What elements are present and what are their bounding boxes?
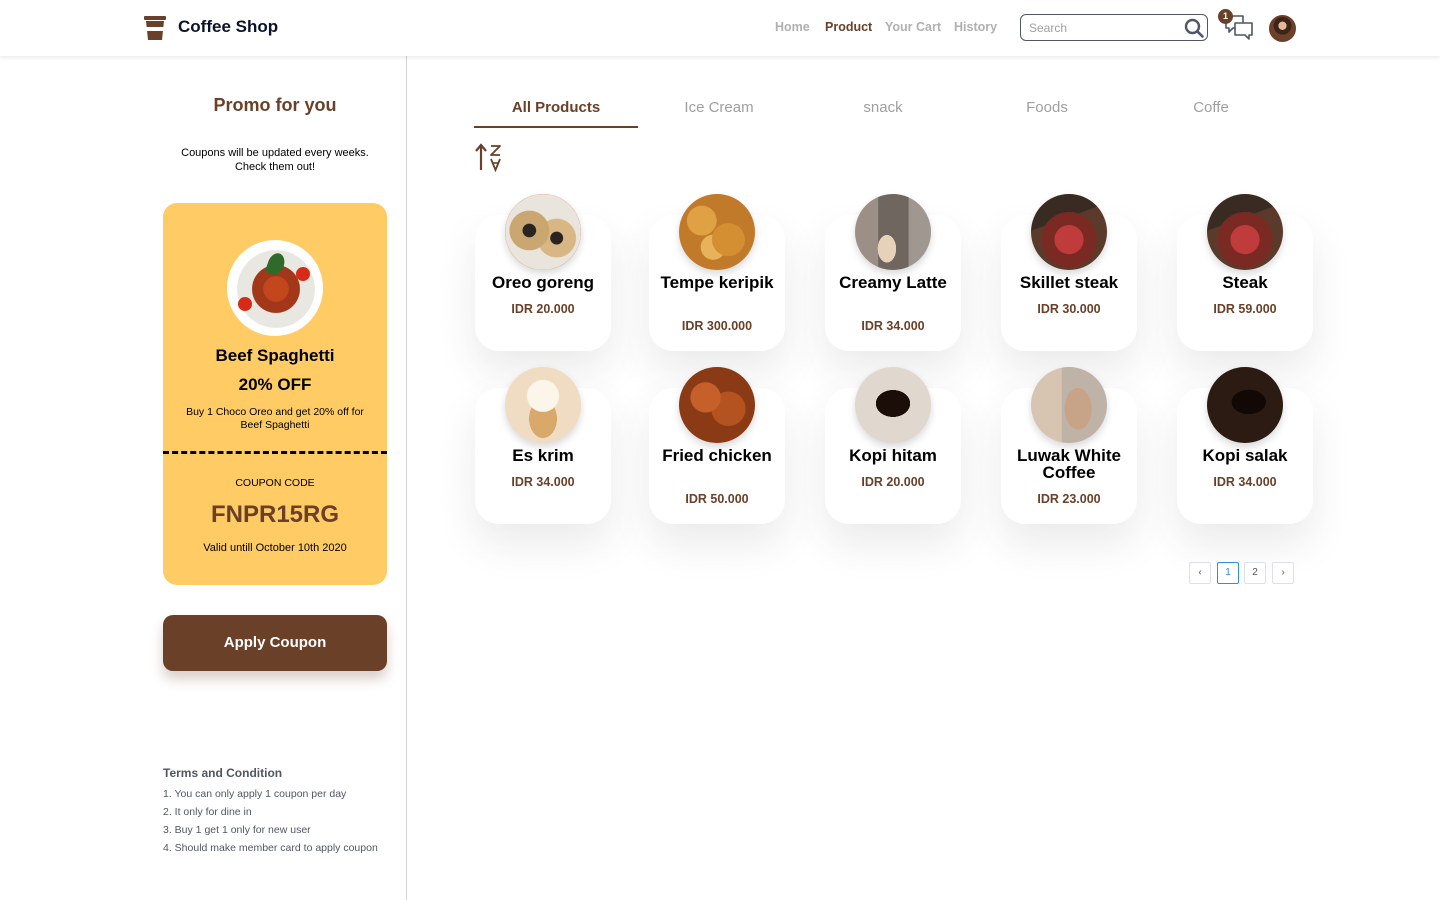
kopi-salak-photo [1207,367,1283,443]
product-card-creamy-latte[interactable]: Creamy Latte IDR 34.000 [825,194,961,351]
sort-az-icon[interactable] [474,142,504,172]
product-card-kopi-salak[interactable]: Kopi salak IDR 34.000 [1177,367,1313,524]
product-card-es-krim[interactable]: Es krim IDR 34.000 [475,367,611,524]
terms-item: 1. You can only apply 1 coupon per day [163,788,347,800]
promo-subtitle-line-2: Check them out! [234,161,316,173]
pagination-page-2[interactable]: 2 [1244,562,1266,584]
promo-subtitle-line-1: Coupons will be updated every weeks. [181,147,369,159]
coupon-discount: 20% OFF [238,375,312,394]
user-avatar[interactable] [1269,15,1296,42]
promo-subtitle: Coupons will be updated every weeks. Che… [163,146,387,174]
product-name: Tempe keripik [660,273,774,292]
kopi-hitam-photo [855,367,931,443]
terms-title: Terms and Condition [163,766,283,780]
nav-product[interactable]: Product [825,20,872,34]
coupon-card[interactable]: Beef Spaghetti 20% OFF Buy 1 Choco Oreo … [163,203,387,585]
skillet-steak-photo [1031,194,1107,270]
brand-name[interactable]: Coffee Shop [178,17,278,37]
search-box [1020,14,1208,41]
terms-item: 2. It only for dine in [163,806,252,818]
nav-your-cart[interactable]: Your Cart [885,20,941,34]
product-card-kopi-hitam[interactable]: Kopi hitam IDR 20.000 [825,367,961,524]
product-name: Luwak White Coffee [1017,446,1121,482]
tab-snack[interactable]: snack [801,99,965,116]
product-price: IDR 34.000 [511,475,575,489]
product-price: IDR 23.000 [1037,492,1101,506]
oreo-goreng-photo [505,194,581,270]
steak-photo [1207,194,1283,270]
apply-coupon-button[interactable]: Apply Coupon [163,615,387,671]
active-tab-underline [474,126,638,128]
beef-spaghetti-photo [227,240,323,336]
coupon-product-name: Beef Spaghetti [215,346,335,365]
terms-item: 4. Should make member card to apply coup… [163,842,378,854]
product-name: Fried chicken [662,446,772,465]
luwak-white-coffee-photo [1031,367,1107,443]
product-price: IDR 30.000 [1037,302,1101,316]
top-navbar: Coffee Shop Home Product Your Cart Histo… [0,0,1440,56]
tab-ice-cream[interactable]: Ice Cream [637,99,801,116]
fried-chicken-photo [679,367,755,443]
product-price: IDR 20.000 [861,475,925,489]
product-card-tempe-keripik[interactable]: Tempe keripik IDR 300.000 [649,194,785,351]
product-price: IDR 300.000 [681,319,753,333]
product-price: IDR 59.000 [1213,302,1277,316]
search-icon[interactable] [1183,17,1205,39]
pagination-next-button[interactable]: › [1272,562,1294,584]
tempe-keripik-photo [679,194,755,270]
sidebar-divider [406,56,407,900]
terms-section: Terms and Condition 1. You can only appl… [163,766,403,857]
creamy-latte-photo [855,194,931,270]
coupon-dashed-divider [163,451,387,454]
pagination-prev-button[interactable]: ‹ [1189,562,1211,584]
nav-home[interactable]: Home [775,20,810,34]
product-card-skillet-steak[interactable]: Skillet steak IDR 30.000 [1001,194,1137,351]
product-name: Steak [1222,273,1268,292]
coffee-cup-logo-icon[interactable] [143,15,167,41]
coupon-code: FNPR15RG [210,501,340,528]
pagination-page-1[interactable]: 1 [1217,562,1239,584]
product-name: Kopi salak [1202,446,1288,465]
product-card-steak[interactable]: Steak IDR 59.000 [1177,194,1313,351]
coupon-validity: Valid untill October 10th 2020 [203,542,347,554]
product-price: IDR 34.000 [861,319,925,333]
product-price: IDR 20.000 [511,302,575,316]
product-name: Creamy Latte [839,273,947,292]
coupon-description: Buy 1 Choco Oreo and get 20% off for Bee… [186,406,364,431]
es-krim-photo [505,367,581,443]
product-name: Oreo goreng [491,273,594,292]
terms-item: 3. Buy 1 get 1 only for new user [163,824,311,836]
product-price: IDR 50.000 [685,492,749,506]
product-name: Kopi hitam [849,446,937,465]
product-name: Es krim [512,446,574,465]
search-input[interactable] [1029,19,1179,36]
promo-title: Promo for you [213,95,337,115]
product-card-fried-chicken[interactable]: Fried chicken IDR 50.000 [649,367,785,524]
tab-coffe[interactable]: Coffe [1129,99,1293,116]
tab-foods[interactable]: Foods [965,99,1129,116]
coupon-code-label: COUPON CODE [235,477,315,489]
chat-notification-badge: 1 [1218,9,1233,24]
tab-all-products[interactable]: All Products [474,99,638,116]
product-name: Skillet steak [1019,273,1119,292]
product-price: IDR 34.000 [1213,475,1277,489]
product-card-luwak-white-coffee[interactable]: Luwak White Coffee IDR 23.000 [1001,367,1137,524]
product-card-oreo-goreng[interactable]: Oreo goreng IDR 20.000 [475,194,611,351]
nav-history[interactable]: History [954,20,997,34]
